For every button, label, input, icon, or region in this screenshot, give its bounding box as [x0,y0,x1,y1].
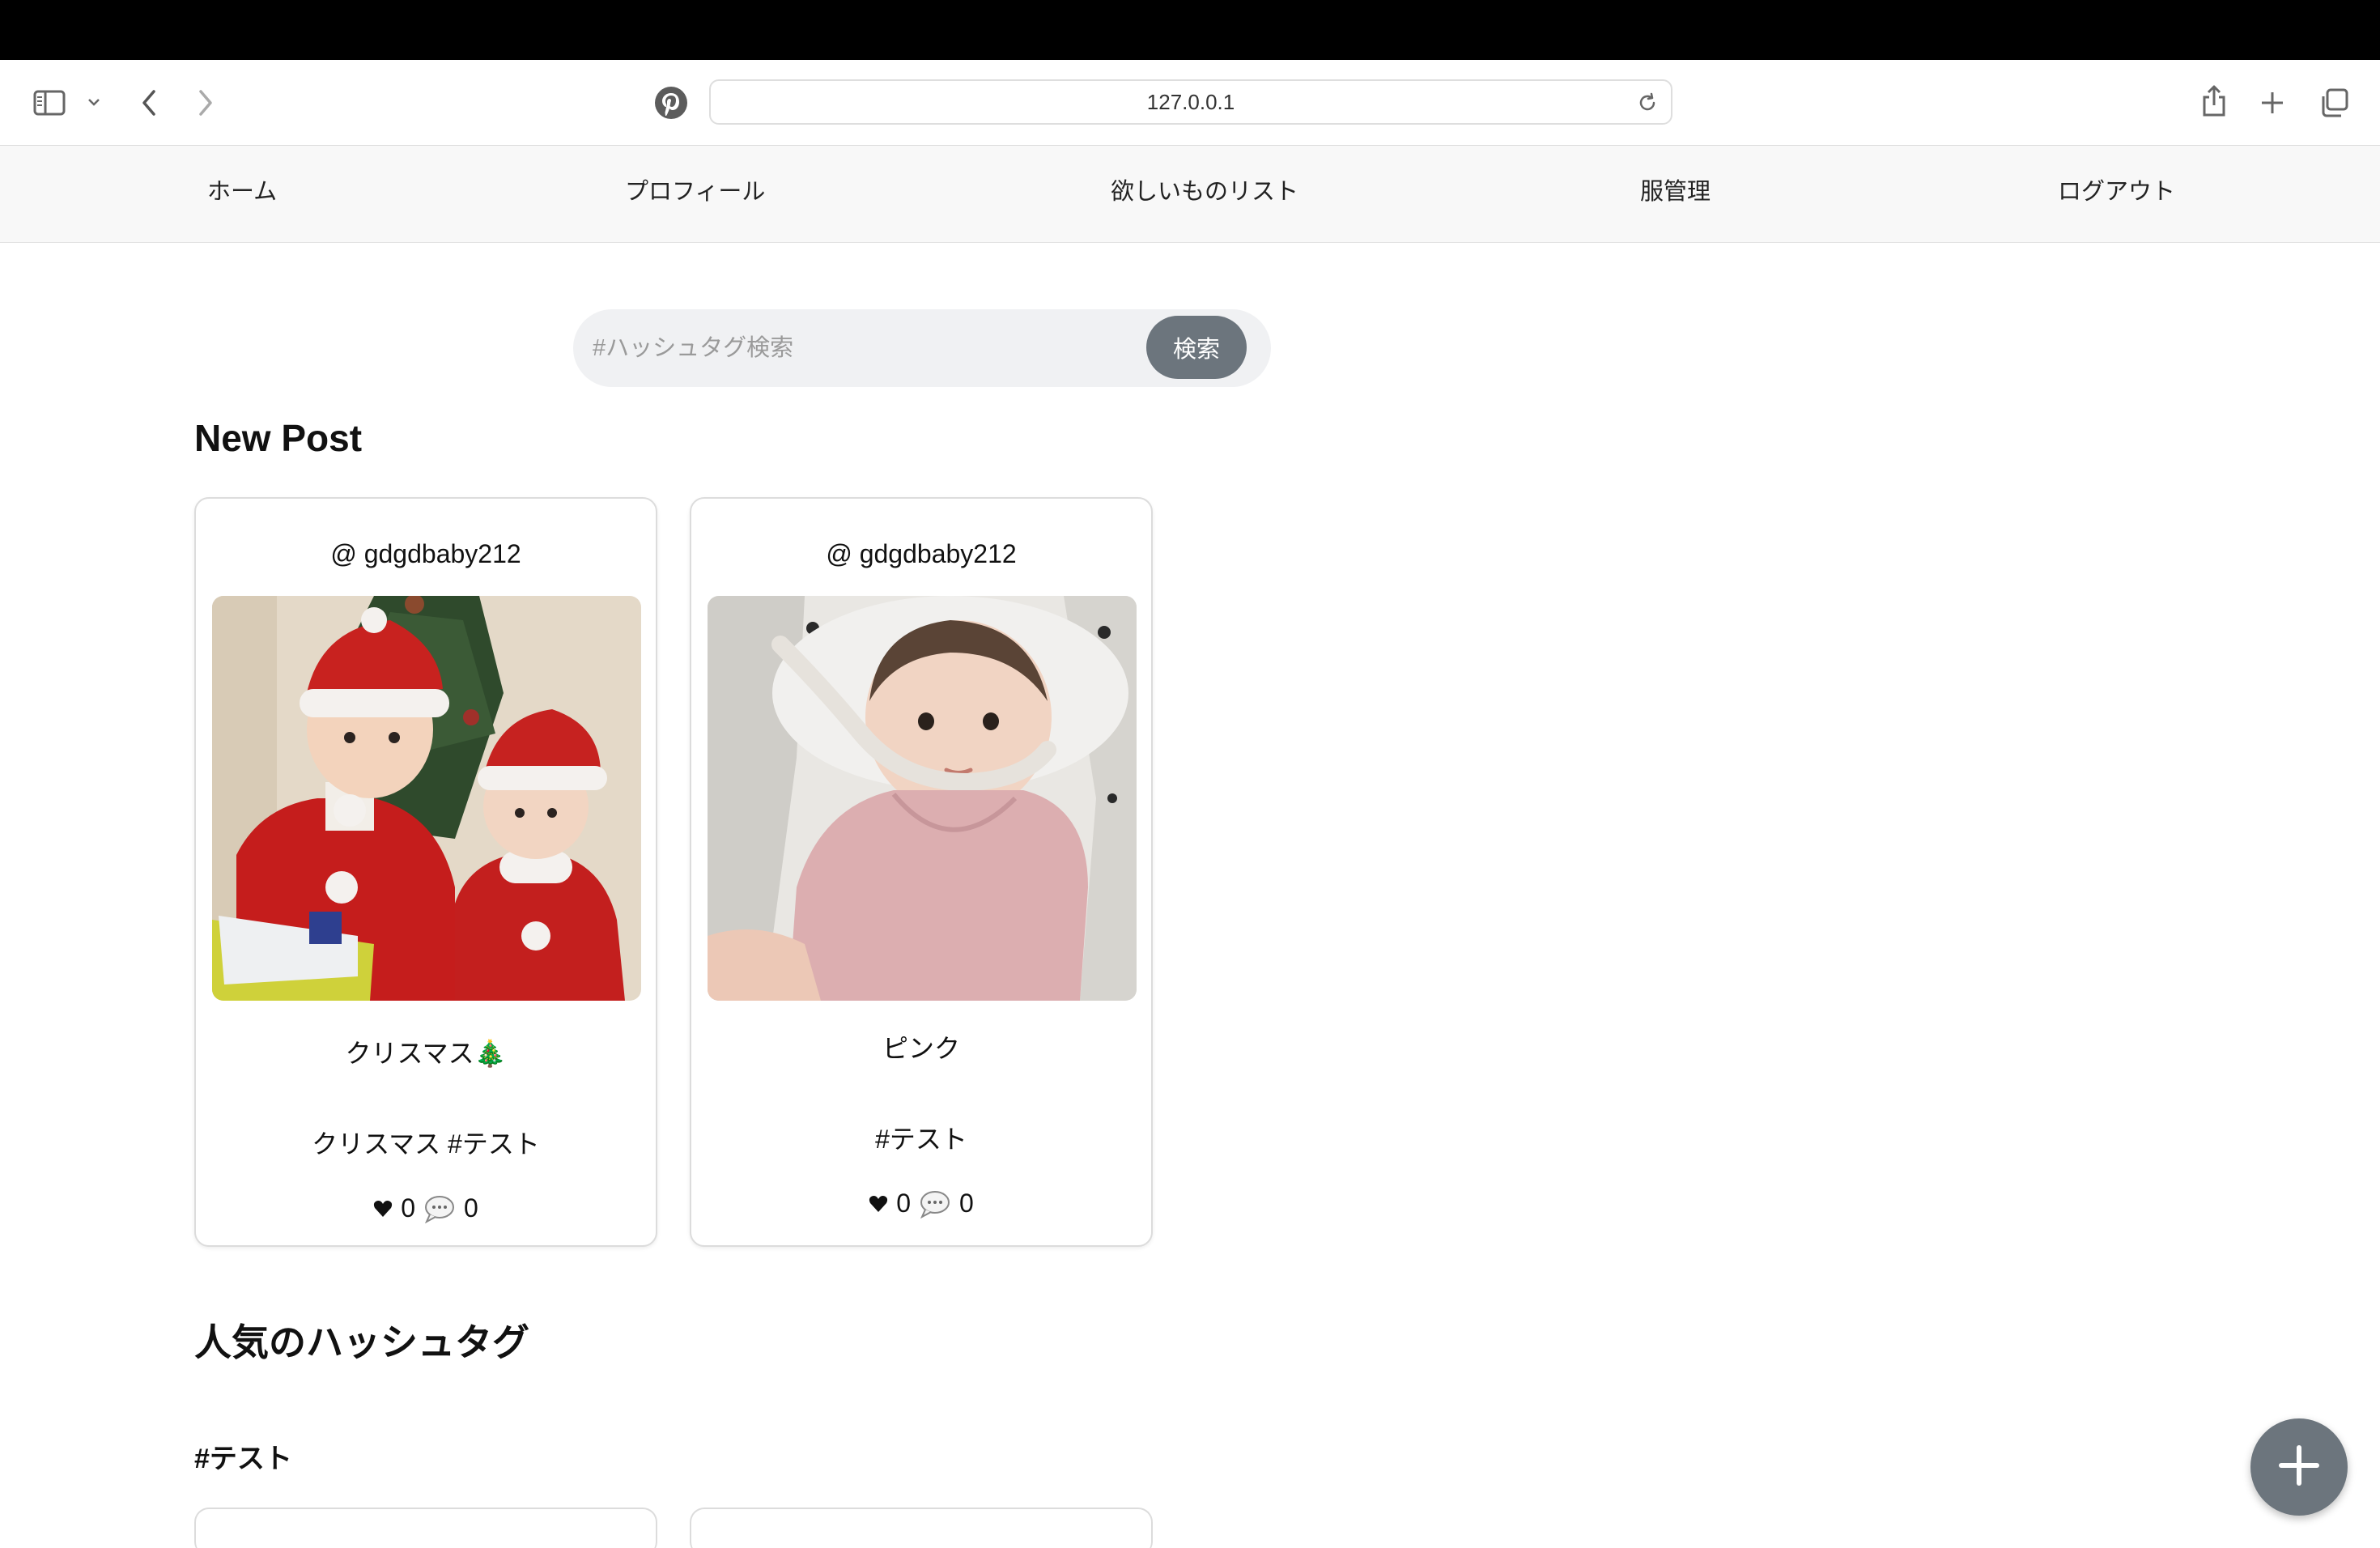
pinterest-icon [652,84,690,121]
chevron-left-icon[interactable] [133,84,165,121]
plus-icon [2276,1443,2322,1492]
popular-hashtag[interactable]: #テスト [194,1436,292,1476]
comment-icon[interactable] [423,1194,456,1223]
nav-item-clothes[interactable]: 服管理 [1640,146,1711,243]
nav-item-profile[interactable]: プロフィール [625,146,765,243]
post-stats: 0 0 [196,1193,656,1223]
post-image[interactable] [212,596,641,1001]
comment-icon[interactable] [919,1189,951,1218]
post-stats: 0 0 [691,1189,1151,1218]
reload-icon[interactable] [1635,91,1660,121]
heart-icon[interactable] [869,1195,888,1213]
post-title: ピンク [882,1034,960,1063]
comment-count: 0 [464,1193,478,1223]
search-button[interactable]: 検索 [1146,316,1247,379]
heart-icon[interactable] [373,1200,393,1218]
chevron-right-icon[interactable] [189,84,222,121]
post-hashtags[interactable]: #テスト [691,1119,1151,1156]
nav-item-home[interactable]: ホーム [207,146,277,243]
popular-hashtags-heading: 人気のハッシュタグ [194,1321,529,1363]
like-count: 0 [896,1189,911,1218]
share-icon[interactable] [2195,81,2233,121]
post-hashtags[interactable]: クリスマス #テスト [196,1124,656,1161]
comment-count: 0 [959,1189,974,1218]
browser-toolbar: 127.0.0.1 [0,60,2380,146]
sidebar-icon[interactable] [31,84,68,121]
nav-item-wishlist[interactable]: 欲しいものリスト [1111,146,1298,243]
post-username[interactable]: @ gdgdbaby212 [691,539,1151,569]
address-bar[interactable]: 127.0.0.1 [709,79,1672,125]
nav-item-logout[interactable]: ログアウト [2058,146,2175,243]
search-input[interactable] [593,319,1143,377]
post-card[interactable]: @ gdgdbaby212 クリスマス🎄 クリスマス #テスト 0 0 [194,497,657,1247]
chevron-down-icon[interactable] [84,92,104,112]
post-image[interactable] [708,596,1137,1001]
post-username[interactable]: @ gdgdbaby212 [196,539,656,569]
post-card[interactable]: @ gdgdbaby212 ピンク #テスト 0 0 [690,497,1153,1247]
post-title: クリスマス🎄 [345,1039,507,1068]
address-url: 127.0.0.1 [1146,89,1235,114]
system-bar [0,0,2380,60]
new-post-heading: New Post [194,417,363,459]
post-card[interactable] [194,1508,657,1548]
post-card[interactable] [690,1508,1153,1548]
tabs-icon[interactable] [2315,84,2352,121]
like-count: 0 [401,1193,415,1223]
site-nav: ホーム プロフィール 欲しいものリスト 服管理 ログアウト [0,146,2380,243]
create-post-button[interactable] [2250,1418,2348,1516]
plus-icon[interactable] [2254,84,2291,121]
